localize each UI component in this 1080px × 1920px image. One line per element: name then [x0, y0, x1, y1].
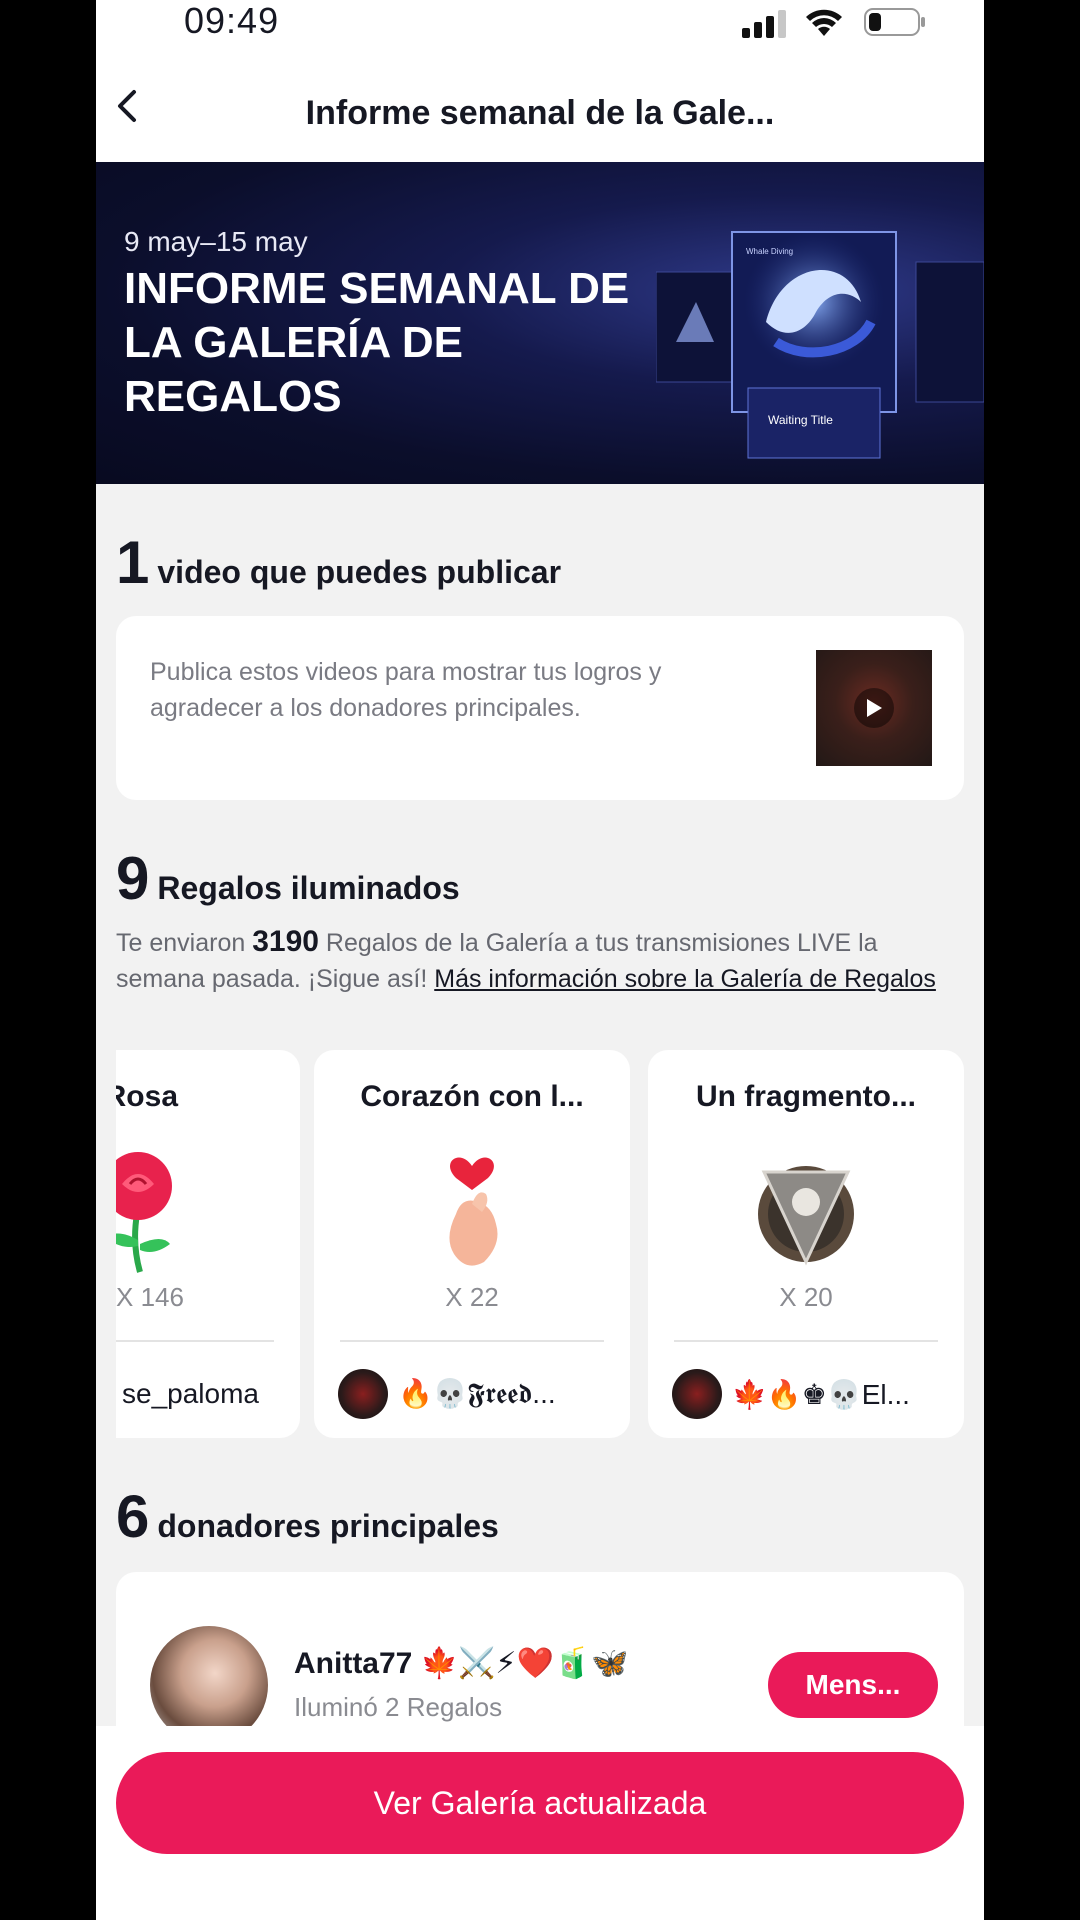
- banner-date-range: 9 may–15 may: [124, 226, 308, 257]
- finger-heart-gift-icon: [449, 1157, 498, 1266]
- gift-count: X 22: [445, 1282, 499, 1312]
- gift-divider: [674, 1340, 938, 1342]
- view-gallery-button[interactable]: Ver Galería actualizada: [116, 1752, 964, 1854]
- crystal-trophy-illustration: Waiting Title Whale Diving: [656, 231, 984, 459]
- videos-count: 1: [116, 529, 150, 596]
- video-description: Publica estos videos para mostrar tus lo…: [150, 658, 662, 722]
- gift-divider: [340, 1340, 604, 1342]
- donors-section-header: 6 donadores principales: [116, 1482, 499, 1551]
- avatar: [672, 1369, 722, 1419]
- video-thumbnail[interactable]: [816, 650, 932, 766]
- battery-icon: [864, 8, 925, 36]
- donor-subtitle: Iluminó 2 Regalos: [294, 1692, 503, 1722]
- top-nav: Informe semanal de la Gale...: [96, 48, 984, 162]
- gallery-info-link[interactable]: Más información sobre la Galería de Rega…: [434, 965, 936, 993]
- gift-top-user[interactable]: 🍁🔥♚💀El...: [672, 1368, 948, 1420]
- video-card[interactable]: Publica estos videos para mostrar tus lo…: [116, 616, 964, 800]
- gift-top-username: 🍁🔥♚💀El...: [732, 1378, 910, 1410]
- gift-count: X 20: [779, 1282, 833, 1312]
- gift-name: Un fragmento...: [695, 1080, 916, 1113]
- wifi-icon: [806, 9, 842, 36]
- trophy-plaque-label: Waiting Title: [768, 413, 833, 427]
- donors-count: 6: [116, 1483, 150, 1550]
- report-banner: 9 may–15 may INFORME SEMANAL DE LA GALER…: [96, 162, 984, 484]
- gift-card[interactable]: Rosa X 146 se_paloma: [116, 1050, 300, 1438]
- donor-name: Anitta77 🍁⚔️⚡❤️🧃🦋: [294, 1647, 629, 1680]
- banner-title: INFORME SEMANAL DE LA GALERÍA DE REGALOS: [124, 264, 630, 421]
- bottom-bar: Ver Galería actualizada: [96, 1726, 984, 1920]
- gifts-description: Te enviaron 3190 Regalos de la Galería a…: [116, 924, 936, 997]
- gift-top-user[interactable]: se_paloma: [122, 1368, 284, 1420]
- videos-section-title: video que puedes publicar: [157, 554, 562, 590]
- gifts-desc-prefix: Te enviaron: [116, 929, 253, 957]
- gifts-section-header: 9 Regalos iluminados: [116, 844, 460, 913]
- gift-top-user[interactable]: 🔥💀𝕱𝖗𝖊𝖊𝖉...: [338, 1368, 614, 1420]
- app-screen: 09:49 Informe semanal de la Gale... 9 ma…: [96, 0, 984, 1920]
- rose-gift-icon: [116, 1152, 172, 1273]
- gift-card[interactable]: Corazón con l... X 22 🔥💀𝕱𝖗𝖊𝖊𝖉...: [314, 1050, 630, 1438]
- gift-top-username: se_paloma: [122, 1378, 259, 1409]
- fragment-gift-icon: [758, 1166, 854, 1266]
- status-time: 09:49: [184, 0, 280, 41]
- message-button[interactable]: Mens...: [768, 1652, 938, 1718]
- gifts-count: 9: [116, 845, 150, 912]
- donors-section-title: donadores principales: [157, 1508, 499, 1544]
- gift-top-username: 🔥💀𝕱𝖗𝖊𝖊𝖉...: [398, 1378, 556, 1409]
- gift-count: X 146: [116, 1282, 184, 1312]
- avatar: [338, 1369, 388, 1419]
- status-bar: 09:49: [96, 0, 984, 48]
- videos-section-header: 1 video que puedes publicar: [116, 528, 561, 597]
- gift-divider: [116, 1340, 274, 1342]
- page-title: Informe semanal de la Gale...: [305, 94, 775, 132]
- gifts-section-title: Regalos iluminados: [157, 870, 460, 906]
- gifts-total: 3190: [252, 925, 319, 958]
- trophy-top-label: Whale Diving: [746, 247, 793, 256]
- cellular-signal-icon: [742, 10, 786, 38]
- gift-carousel[interactable]: Rosa X 146 se_paloma Corazón con l...: [116, 1050, 964, 1438]
- gift-name: Rosa: [116, 1080, 178, 1113]
- back-arrow-icon[interactable]: [110, 88, 146, 124]
- play-icon: [854, 688, 894, 728]
- gift-card[interactable]: Un fragmento... X 20 🍁🔥♚💀El...: [648, 1050, 964, 1438]
- gift-name: Corazón con l...: [360, 1080, 584, 1113]
